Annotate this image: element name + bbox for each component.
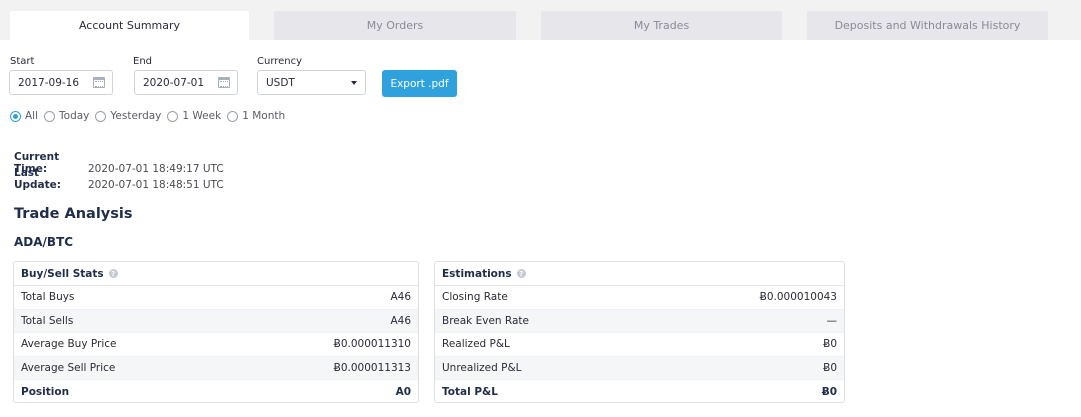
radio[interactable]: [167, 110, 179, 122]
row-label: Break Even Rate: [442, 314, 529, 327]
row-value: A46: [390, 314, 411, 327]
period-1-month[interactable]: 1 Month: [227, 110, 285, 122]
row-label: Total Sells: [21, 314, 74, 327]
last-update-row: Last Update: 2020-07-01 18:48:51 UTC: [14, 167, 224, 191]
radio[interactable]: [227, 110, 239, 122]
stats-row-total: Total P&L Ƀ0: [435, 380, 844, 402]
row-label: Unrealized P&L: [442, 361, 522, 374]
period-all[interactable]: All: [10, 110, 38, 122]
tab-my-orders[interactable]: My Orders: [274, 11, 516, 40]
row-value: —: [826, 314, 838, 327]
row-value: Ƀ0.000010043: [759, 291, 837, 304]
row-label: Realized P&L: [442, 338, 510, 351]
period-label: All: [25, 110, 39, 122]
stats-row: Break Even Rate —: [435, 309, 844, 333]
stats-row: Unrealized P&L Ƀ0: [435, 356, 844, 380]
period-label: 1 Week: [182, 110, 222, 122]
info-icon[interactable]: ?: [108, 269, 118, 278]
start-date-field[interactable]: 2017-09-16: [9, 70, 113, 95]
row-value: Ƀ0: [823, 361, 837, 374]
last-update-value: 2020-07-01 18:48:51 UTC: [88, 179, 224, 191]
start-date-value: 2017-09-16: [18, 76, 80, 89]
row-label: Total Buys: [21, 291, 75, 304]
panel-header: Estimations ?: [435, 262, 844, 286]
end-date-field[interactable]: 2020-07-01: [134, 70, 238, 95]
row-label: Closing Rate: [442, 291, 508, 304]
tab-deposits-withdrawals[interactable]: Deposits and Withdrawals History: [807, 11, 1048, 40]
period-yesterday[interactable]: Yesterday: [95, 110, 161, 122]
stats-row: Closing Rate Ƀ0.000010043: [435, 286, 844, 310]
period-today[interactable]: Today: [44, 110, 89, 122]
estimations-panel: Estimations ? Closing Rate Ƀ0.000010043 B…: [434, 261, 845, 403]
last-update-label: Last Update:: [14, 167, 61, 191]
row-value: A46: [390, 291, 411, 304]
tab-my-trades[interactable]: My Trades: [541, 11, 782, 40]
radio[interactable]: [95, 110, 107, 122]
tab-account-summary[interactable]: Account Summary: [10, 11, 249, 40]
info-icon[interactable]: ?: [516, 269, 526, 278]
row-value: A0: [395, 385, 411, 398]
period-label: 1 Month: [242, 110, 286, 122]
export-pdf-button[interactable]: Export .pdf: [382, 70, 457, 97]
panel-title: Estimations: [442, 267, 512, 280]
radio[interactable]: [44, 110, 56, 122]
end-date-value: 2020-07-01: [143, 76, 205, 89]
stats-row: Total Buys A46: [14, 286, 418, 310]
period-label: Yesterday: [110, 110, 162, 122]
stats-row-total: Position A0: [14, 380, 418, 402]
stats-row: Realized P&L Ƀ0: [435, 333, 844, 357]
row-value: Ƀ0: [821, 385, 837, 398]
currency-label: Currency: [257, 56, 303, 67]
end-label: End: [133, 56, 153, 67]
row-value: Ƀ0.000011313: [333, 361, 411, 374]
period-radio-group: All Today Yesterday 1 Week 1 Month: [10, 109, 291, 123]
radio-selected[interactable]: [10, 110, 21, 122]
stats-row: Average Sell Price Ƀ0.000011313: [14, 356, 418, 380]
buy-sell-stats-panel: Buy/Sell Stats ? Total Buys A46 Total Sel…: [13, 261, 419, 403]
row-value: Ƀ0.000011310: [333, 338, 411, 351]
row-value: Ƀ0: [823, 338, 837, 351]
currency-value: USDT: [266, 76, 295, 89]
pair-heading: ADA/BTC: [14, 235, 74, 249]
row-label: Average Buy Price: [21, 338, 117, 351]
period-1-week[interactable]: 1 Week: [167, 110, 221, 122]
currency-select[interactable]: USDT: [257, 70, 366, 95]
row-label: Total P&L: [442, 385, 498, 398]
trade-analysis-heading: Trade Analysis: [14, 206, 133, 222]
panel-title: Buy/Sell Stats: [21, 267, 104, 280]
stats-row: Total Sells A46: [14, 309, 418, 333]
calendar-icon[interactable]: [218, 77, 230, 88]
start-label: Start: [10, 56, 35, 67]
chevron-down-icon: [351, 81, 357, 85]
row-label: Average Sell Price: [21, 361, 116, 374]
row-label: Position: [21, 385, 70, 398]
calendar-icon[interactable]: [93, 77, 105, 88]
period-label: Today: [59, 110, 90, 122]
account-summary-panel: Start 2017-09-16 End 2020-07-01 Currency…: [0, 40, 1081, 417]
tab-bar: Account Summary My Orders My Trades Depo…: [0, 0, 1081, 40]
stats-row: Average Buy Price Ƀ0.000011310: [14, 333, 418, 357]
panel-header: Buy/Sell Stats ?: [14, 262, 418, 286]
